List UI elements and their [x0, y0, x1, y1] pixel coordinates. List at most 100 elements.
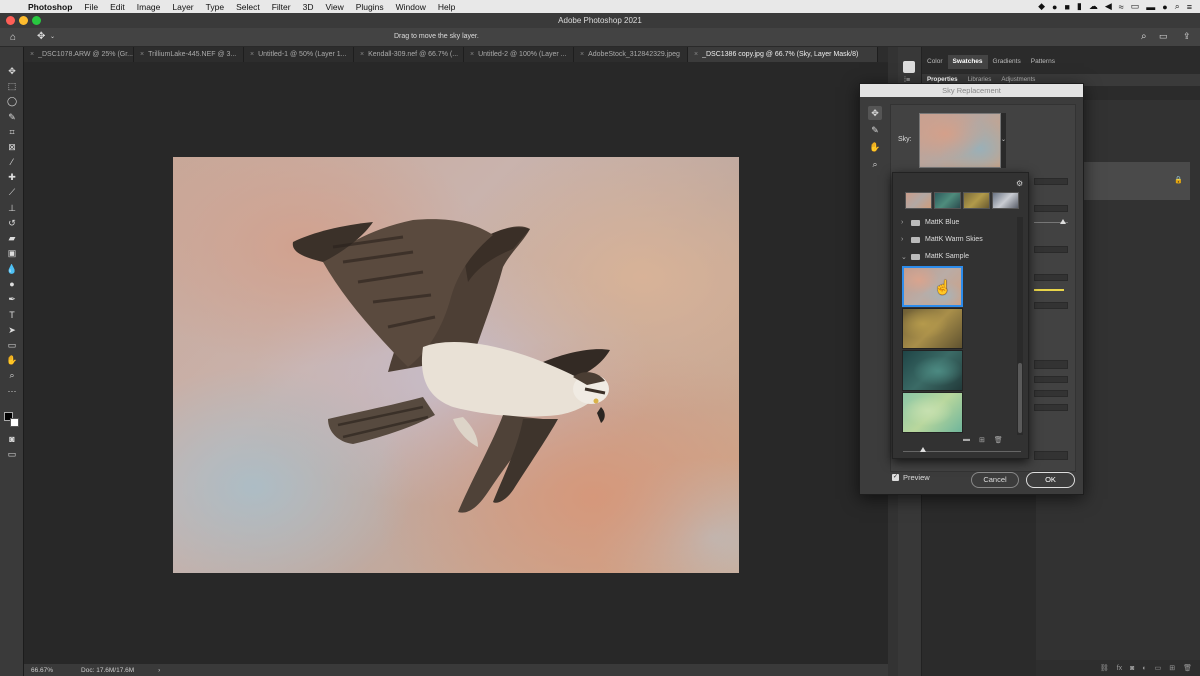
slider-track[interactable] [1034, 274, 1068, 281]
home-icon[interactable]: ⌂ [10, 32, 16, 43]
crop-tool-icon[interactable]: ⌗ [5, 126, 19, 138]
chevron-right-icon[interactable]: › [901, 236, 906, 243]
clone-stamp-tool-icon[interactable]: ⊥ [5, 202, 19, 214]
battery-icon[interactable]: ▬ [1146, 2, 1155, 12]
move-tool-preset-icon[interactable]: ✥ [37, 31, 45, 42]
document-image[interactable] [173, 157, 739, 573]
minimize-window-button[interactable] [19, 16, 28, 25]
slider-track[interactable] [1034, 246, 1068, 253]
menu-type[interactable]: Type [206, 2, 224, 12]
tab-color[interactable]: Color [922, 55, 948, 69]
menu-app-name[interactable]: Photoshop [28, 2, 72, 12]
close-icon[interactable]: × [580, 51, 584, 58]
lasso-tool-icon[interactable]: ◯ [5, 95, 19, 107]
new-group-icon[interactable]: ▭ [1155, 664, 1162, 672]
close-icon[interactable]: × [140, 51, 144, 58]
menu-select[interactable]: Select [236, 2, 260, 12]
sky-dropdown-chevron-icon[interactable]: ⌄ [1001, 113, 1006, 168]
chevron-down-icon[interactable]: ⌄ [50, 33, 55, 40]
dodge-tool-icon[interactable]: ● [5, 278, 19, 290]
chevron-down-icon[interactable]: ⌄ [901, 253, 907, 261]
slider-track[interactable] [1034, 390, 1068, 397]
type-tool-icon[interactable]: T [5, 309, 19, 321]
tab-document[interactable]: × AdobeStock_312842329.jpeg [574, 47, 688, 62]
search-icon[interactable]: ⌕ [1175, 1, 1180, 12]
menu-plugins[interactable]: Plugins [356, 2, 384, 12]
hand-tool-icon[interactable]: ✋ [5, 354, 19, 366]
share-icon[interactable]: ⇪ [1183, 31, 1191, 42]
close-window-button[interactable] [6, 16, 15, 25]
learn-icon[interactable] [903, 61, 915, 73]
sky-preset-selected[interactable] [902, 266, 963, 307]
gradient-tool-icon[interactable]: ▣ [5, 247, 19, 259]
close-icon[interactable]: × [30, 51, 34, 58]
new-layer-icon[interactable]: ⊞ [1169, 664, 1175, 672]
screen-mode-icon[interactable]: ▭ [5, 448, 19, 460]
menu-edit[interactable]: Edit [110, 2, 125, 12]
tab-document[interactable]: × TrilliumLake-445.NEF @ 3... [134, 47, 244, 62]
sky-preset[interactable] [902, 350, 963, 391]
checkmark-icon[interactable]: ✓ [892, 474, 899, 481]
add-sky-icon[interactable]: ⊞ [979, 436, 985, 444]
healing-tool-icon[interactable]: ✚ [5, 171, 19, 183]
wifi-icon[interactable]: ≈ [1119, 2, 1124, 12]
eyedropper-tool-icon[interactable]: ⁄ [5, 156, 19, 168]
fx-icon[interactable]: fx [1117, 665, 1122, 672]
sky-move-tool-icon[interactable]: ✥ [868, 106, 882, 120]
sky-preset[interactable] [902, 308, 963, 349]
folder-mattk-warm-skies[interactable]: › MattK Warm Skies [901, 232, 1016, 247]
trash-icon[interactable]: 🗑 [994, 436, 1003, 444]
control-center-icon[interactable]: ≡ [1187, 2, 1192, 12]
menu-layer[interactable]: Layer [172, 2, 193, 12]
slider-track[interactable] [1034, 302, 1068, 309]
recent-sky-thumb[interactable] [934, 192, 961, 209]
brush-tool-icon[interactable]: ⟋ [5, 186, 19, 198]
tab-swatches[interactable]: Swatches [947, 55, 988, 69]
eraser-tool-icon[interactable]: ▰ [5, 232, 19, 244]
more-tools-icon[interactable]: ··· [5, 385, 19, 397]
tab-document-active[interactable]: × _DSC1386 copy.jpg @ 66.7% (Sky, Layer M… [688, 47, 878, 62]
move-tool-icon[interactable]: ✥ [5, 65, 19, 77]
workspace-icon[interactable]: ▭ [1159, 31, 1168, 42]
mic-icon[interactable]: ▮ [1077, 1, 1082, 12]
quick-mask-icon[interactable]: ◙ [5, 433, 19, 445]
chevron-right-icon[interactable]: › [901, 219, 906, 226]
zoom-tool-icon[interactable]: ⌕ [868, 157, 882, 171]
zoom-level[interactable]: 66.67% [31, 667, 53, 674]
folder-mattk-sample[interactable]: ⌄ MattK Sample [901, 249, 1016, 264]
background-color-swatch[interactable] [10, 418, 19, 427]
sky-preset[interactable] [902, 392, 963, 433]
history-brush-tool-icon[interactable]: ↺ [5, 217, 19, 229]
sky-brush-tool-icon[interactable]: ✎ [868, 123, 882, 137]
zoom-tool-icon[interactable]: ⌕ [5, 369, 19, 381]
tab-patterns[interactable]: Patterns [1026, 55, 1060, 69]
hand-tool-icon[interactable]: ✋ [868, 140, 882, 154]
close-icon[interactable]: × [360, 51, 364, 58]
frame-tool-icon[interactable]: ⊠ [5, 141, 19, 153]
dropdown[interactable] [1034, 360, 1068, 369]
ok-button[interactable]: OK [1026, 472, 1075, 488]
recent-sky-thumb[interactable] [905, 192, 932, 209]
new-folder-icon[interactable]: ▬ [963, 436, 970, 444]
close-icon[interactable]: × [470, 51, 474, 58]
cancel-button[interactable]: Cancel [971, 472, 1019, 488]
menu-file[interactable]: File [84, 2, 98, 12]
tab-document[interactable]: × Kendall-309.nef @ 66.7% (... [354, 47, 464, 62]
mask-icon[interactable]: ◙ [1130, 665, 1134, 672]
path-select-tool-icon[interactable]: ➤ [5, 324, 19, 336]
blur-tool-icon[interactable]: 💧 [5, 263, 19, 275]
recent-sky-thumb[interactable] [992, 192, 1019, 209]
menu-3d[interactable]: 3D [303, 2, 314, 12]
camera-icon[interactable]: ■ [1064, 2, 1069, 12]
marquee-tool-icon[interactable]: ⬚ [5, 80, 19, 92]
menu-help[interactable]: Help [438, 2, 455, 12]
link-layers-icon[interactable]: ⛓ [1100, 664, 1109, 672]
adjustment-layer-icon[interactable]: ◐ [1142, 665, 1146, 672]
menu-view[interactable]: View [325, 2, 343, 12]
record-icon[interactable]: ● [1052, 2, 1057, 12]
menu-filter[interactable]: Filter [272, 2, 291, 12]
slider-knob[interactable] [1060, 219, 1066, 224]
pen-tool-icon[interactable]: ✒ [5, 293, 19, 305]
close-icon[interactable]: × [694, 51, 698, 58]
preview-checkbox[interactable]: ✓ Preview [892, 473, 930, 482]
